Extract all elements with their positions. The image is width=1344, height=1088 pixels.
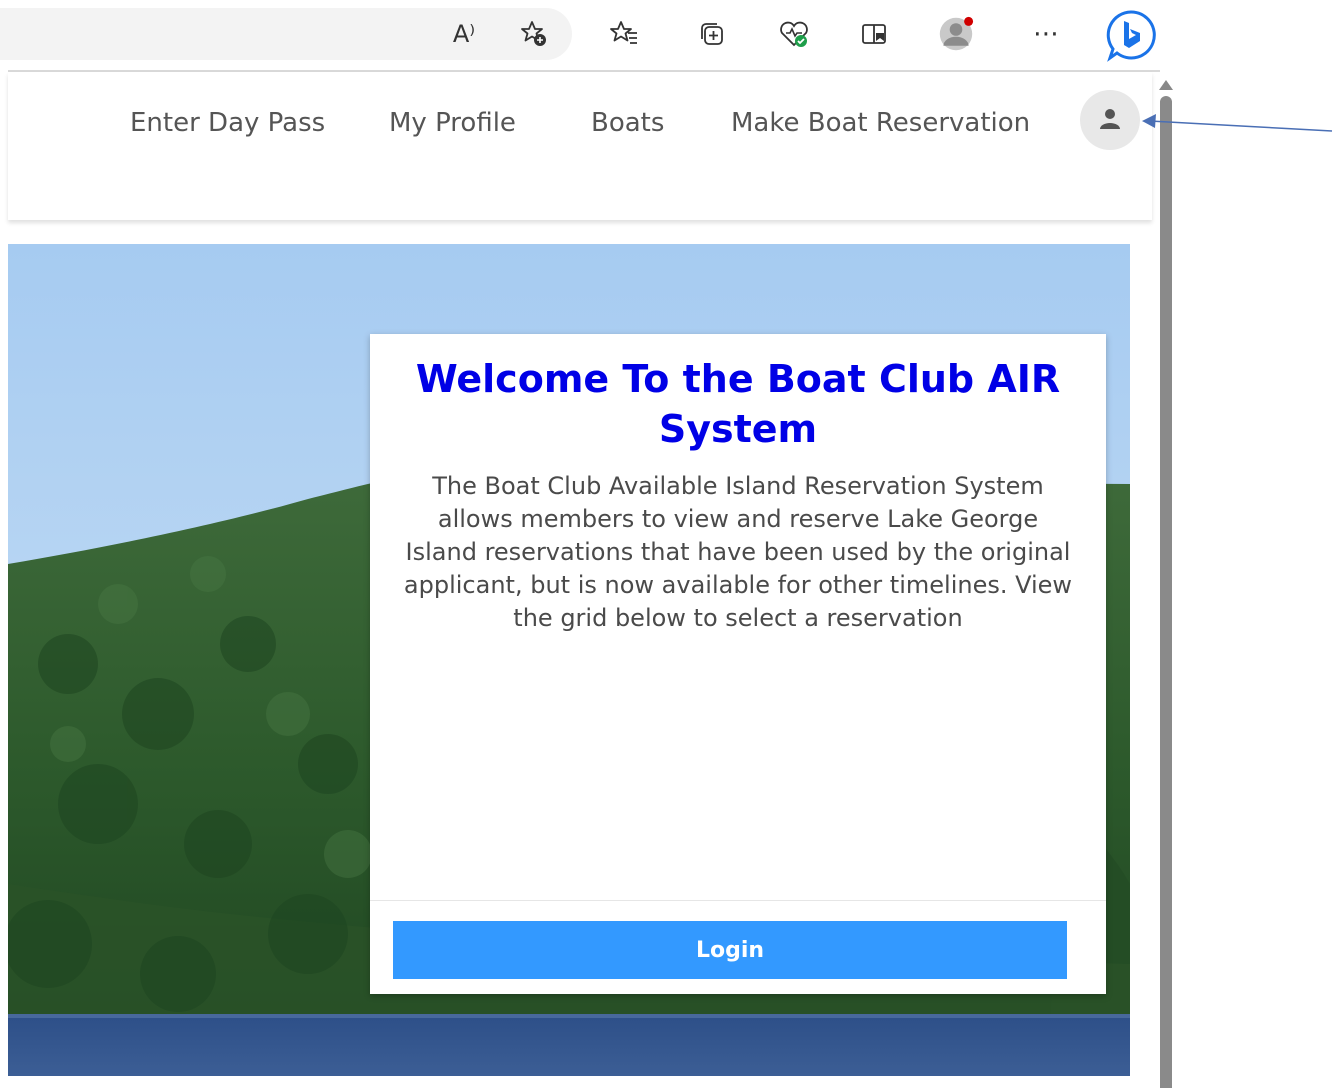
add-favorite-icon[interactable] [516, 16, 552, 52]
welcome-description: The Boat Club Available Island Reservati… [403, 472, 1073, 632]
user-menu-button[interactable] [1080, 90, 1140, 150]
immersive-reader-icon[interactable] [856, 16, 892, 52]
browser-toolbar: A⁾ ⋯ [0, 0, 1160, 70]
nav-enter-day-pass[interactable]: Enter Day Pass [130, 108, 325, 138]
nav-make-boat-reservation[interactable]: Make Boat Reservation [731, 108, 1030, 138]
address-bar[interactable] [0, 8, 572, 60]
bing-copilot-icon[interactable] [1104, 8, 1158, 62]
favorites-icon[interactable] [606, 16, 642, 52]
welcome-title: Welcome To the Boat Club AIR System [415, 357, 1061, 451]
scroll-up-arrow[interactable] [1159, 80, 1173, 90]
more-options-icon[interactable]: ⋯ [1028, 16, 1064, 52]
collections-icon[interactable] [694, 16, 730, 52]
browser-essentials-icon[interactable] [776, 16, 812, 52]
user-icon [1100, 109, 1120, 129]
profile-avatar-icon[interactable] [938, 16, 974, 52]
login-button[interactable]: Login [393, 921, 1067, 979]
welcome-card: Welcome To the Boat Club AIR System The … [370, 334, 1106, 994]
nav-boats[interactable]: Boats [591, 108, 664, 138]
scrollbar-thumb[interactable] [1160, 96, 1172, 1088]
read-aloud-icon[interactable]: A⁾ [446, 16, 482, 52]
site-navbar: Enter Day Pass My Profile Boats Make Boa… [8, 72, 1152, 220]
nav-my-profile[interactable]: My Profile [389, 108, 516, 138]
card-divider [370, 900, 1106, 901]
